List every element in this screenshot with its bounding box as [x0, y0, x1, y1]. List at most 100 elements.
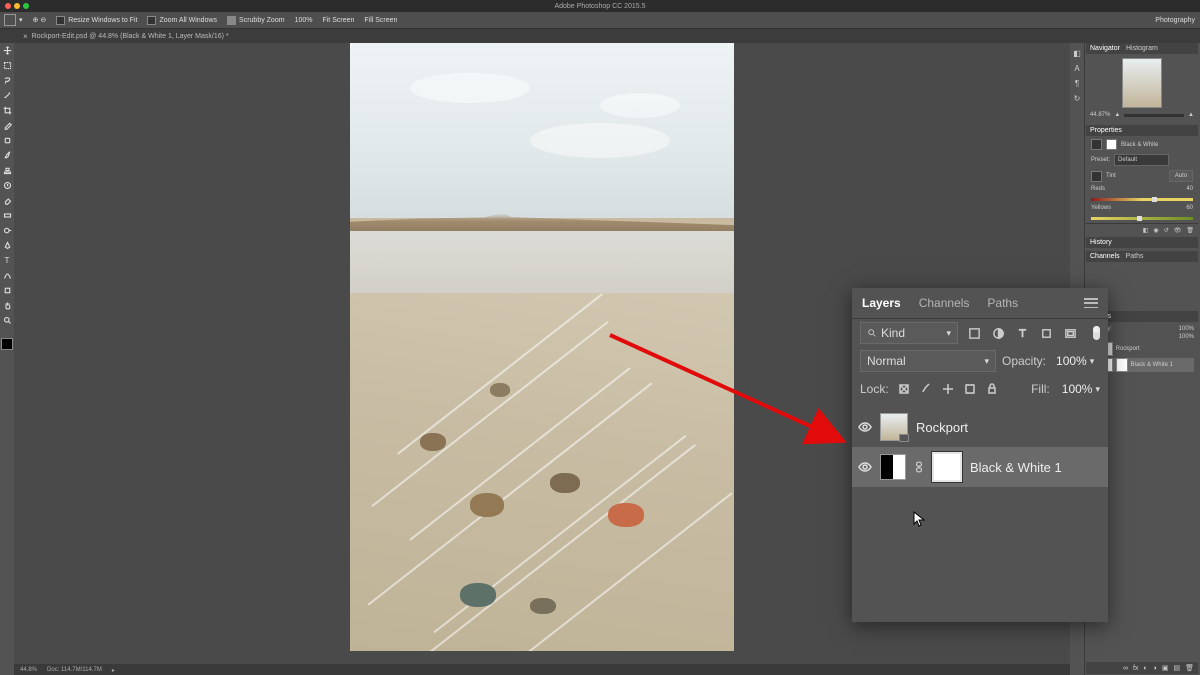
visibility-toggle[interactable]	[858, 460, 872, 474]
navigator-zoom-value[interactable]: 44.87%	[1090, 112, 1110, 118]
layer-row-rockport[interactable]: Rockport	[852, 407, 1108, 447]
opt-resize-windows[interactable]: Resize Windows to Fit	[56, 16, 137, 25]
history-brush-tool-icon[interactable]	[2, 180, 12, 190]
move-tool-icon[interactable]	[2, 45, 12, 55]
btn-fill-screen[interactable]: Fill Screen	[364, 17, 397, 24]
link-mask-icon[interactable]	[914, 460, 924, 474]
view-prev-icon[interactable]: ◉	[1153, 227, 1158, 234]
hand-tool-icon[interactable]	[2, 300, 12, 310]
zoom-tool-icon-tb[interactable]	[2, 315, 12, 325]
close-window-icon[interactable]	[5, 3, 11, 9]
lock-artboard-icon[interactable]	[963, 382, 977, 396]
tab-properties[interactable]: Properties	[1090, 127, 1122, 134]
fill-input[interactable]: 100%▾	[1062, 382, 1100, 396]
reset-icon[interactable]: ↺	[1164, 227, 1169, 234]
layer-name[interactable]: Black & White 1	[970, 460, 1062, 475]
pen-tool-icon[interactable]	[2, 240, 12, 250]
auto-button[interactable]: Auto	[1169, 170, 1193, 182]
slider-yellows[interactable]	[1091, 217, 1193, 220]
opt-zoom-all[interactable]: Zoom All Windows	[147, 16, 217, 25]
tab-history[interactable]: History	[1090, 239, 1112, 246]
shape-tool-icon[interactable]	[2, 285, 12, 295]
lock-pixels-icon[interactable]	[919, 382, 933, 396]
tab-histogram[interactable]: Histogram	[1126, 45, 1158, 52]
strip-paragraph-icon[interactable]: ¶	[1075, 79, 1079, 88]
btn-100[interactable]: 100%	[295, 17, 313, 24]
filter-smartobject-icon[interactable]	[1062, 325, 1078, 341]
tint-checkbox[interactable]	[1091, 171, 1102, 182]
document-canvas[interactable]	[350, 43, 734, 651]
opacity-input[interactable]: 100%▾	[1056, 354, 1094, 368]
color-swatch[interactable]	[1, 338, 13, 350]
filter-adjustment-icon[interactable]	[990, 325, 1006, 341]
heal-tool-icon[interactable]	[2, 135, 12, 145]
filter-toggle-switch[interactable]	[1093, 326, 1100, 340]
dodge-tool-icon[interactable]	[2, 225, 12, 235]
layers-panel[interactable]: Layers Channels Paths Kind ▾ Normal▾ Opa…	[852, 288, 1108, 622]
layer-row-bw1[interactable]: Black & White 1	[852, 447, 1108, 487]
navigator-zoom-in-icon[interactable]: ▲	[1188, 112, 1194, 118]
slider-reds[interactable]	[1091, 198, 1193, 201]
strip-type-icon[interactable]: A	[1074, 64, 1079, 73]
navigator-zoom-slider[interactable]	[1124, 114, 1184, 117]
document-tab[interactable]: × Rockport-Edit.psd @ 44.8% (Black & Whi…	[15, 32, 237, 41]
lock-transparency-icon[interactable]	[897, 382, 911, 396]
status-doc[interactable]: Doc: 114.7M/114.7M	[47, 667, 102, 673]
clip-icon[interactable]: ◧	[1143, 227, 1149, 234]
eraser-tool-icon[interactable]	[2, 195, 12, 205]
group-icon[interactable]: ▣	[1162, 664, 1169, 672]
mini-opacity-value[interactable]: 100%	[1179, 326, 1194, 332]
status-zoom[interactable]: 44.8%	[20, 667, 37, 673]
adj-add-icon[interactable]: ◑	[1153, 665, 1157, 672]
window-controls[interactable]	[5, 3, 29, 9]
strip-history-icon[interactable]: ↻	[1074, 94, 1081, 103]
tab-paths[interactable]: Paths	[987, 296, 1018, 310]
filter-pixel-icon[interactable]	[966, 325, 982, 341]
filter-shape-icon[interactable]	[1038, 325, 1054, 341]
tab-channels-mini[interactable]: Channels	[1090, 253, 1120, 260]
mini-fill-value[interactable]: 100%	[1179, 334, 1194, 340]
maximize-window-icon[interactable]	[23, 3, 29, 9]
wand-tool-icon[interactable]	[2, 90, 12, 100]
layer-thumbnail[interactable]	[880, 413, 908, 441]
filter-kind-select[interactable]: Kind ▾	[860, 322, 958, 344]
tab-paths-mini[interactable]: Paths	[1126, 253, 1144, 260]
panel-menu-icon[interactable]	[1084, 298, 1098, 308]
slider-reds-value[interactable]: 40	[1186, 186, 1193, 192]
opt-scrubby-zoom[interactable]: Scrubby Zoom	[227, 16, 285, 25]
new-layer-icon[interactable]: ▤	[1173, 664, 1180, 672]
toggle-vis-icon[interactable]: 👁	[1174, 227, 1182, 234]
adjustment-thumbnail[interactable]	[880, 454, 906, 480]
marquee-tool-icon[interactable]	[2, 60, 12, 70]
lock-position-icon[interactable]	[941, 382, 955, 396]
preset-select[interactable]: Default	[1114, 154, 1169, 166]
delete-layer-icon[interactable]: 🗑	[1185, 664, 1194, 672]
lasso-tool-icon[interactable]	[2, 75, 12, 85]
slider-yellows-value[interactable]: 60	[1186, 205, 1193, 211]
filter-type-icon[interactable]	[1014, 325, 1030, 341]
mask-add-icon[interactable]: ◐	[1143, 665, 1147, 672]
navigator-thumb[interactable]	[1122, 58, 1162, 108]
layer-mask-thumbnail[interactable]	[932, 452, 962, 482]
workspace-switcher[interactable]: Photography	[1155, 17, 1195, 24]
strip-color-icon[interactable]: ◧	[1073, 49, 1081, 58]
status-arrow-icon[interactable]: ▸	[112, 667, 115, 674]
tab-navigator[interactable]: Navigator	[1090, 45, 1120, 52]
navigator-zoom-out-icon[interactable]: ▲	[1114, 112, 1120, 118]
tab-layers[interactable]: Layers	[862, 296, 901, 310]
zoom-tool-icon[interactable]: ▾	[4, 14, 23, 26]
mask-icon[interactable]	[1106, 139, 1117, 150]
lock-all-icon[interactable]	[985, 382, 999, 396]
eyedropper-tool-icon[interactable]	[2, 120, 12, 130]
trash-icon[interactable]: 🗑	[1186, 227, 1194, 234]
path-tool-icon[interactable]	[2, 270, 12, 280]
minimize-window-icon[interactable]	[14, 3, 20, 9]
type-tool-icon[interactable]: T	[2, 255, 12, 265]
link-layers-icon[interactable]: ∞	[1123, 665, 1128, 672]
gradient-tool-icon[interactable]	[2, 210, 12, 220]
visibility-toggle[interactable]	[858, 420, 872, 434]
blend-mode-select[interactable]: Normal▾	[860, 350, 996, 372]
crop-tool-icon[interactable]	[2, 105, 12, 115]
zoom-mode-icons[interactable]: ⊕ ⊖	[33, 16, 47, 24]
layer-name[interactable]: Rockport	[916, 420, 968, 435]
